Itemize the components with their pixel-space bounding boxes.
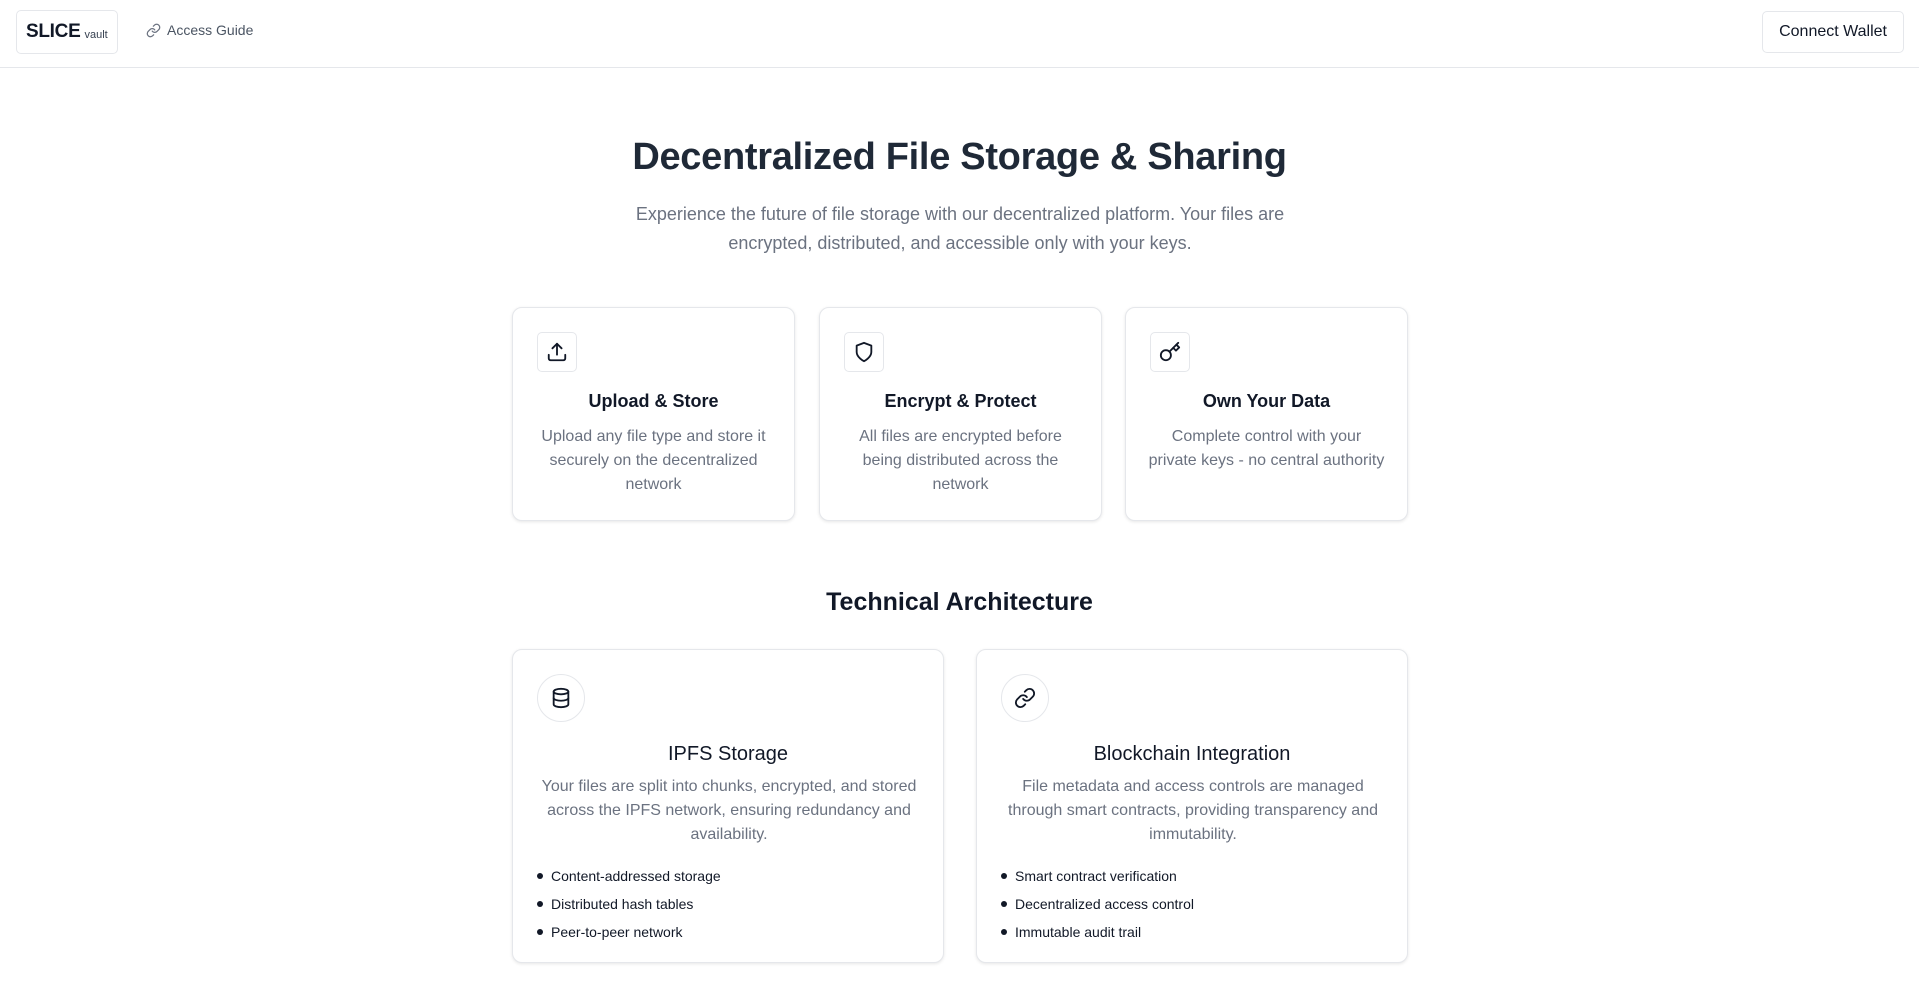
feature-card-upload: Upload & Store Upload any file type and … bbox=[512, 307, 795, 521]
logo-subtext: vault bbox=[84, 28, 108, 41]
feature-card-own-data: Own Your Data Complete control with your… bbox=[1125, 307, 1408, 521]
feature-title: Own Your Data bbox=[1202, 391, 1331, 411]
list-item: Distributed hash tables bbox=[537, 890, 721, 918]
tech-card-description: File metadata and access controls are ma… bbox=[1008, 778, 1378, 843]
tech-card-ipfs: IPFS Storage Your files are split into c… bbox=[512, 649, 944, 963]
list-item: Content-addressed storage bbox=[537, 862, 721, 890]
feature-card-encrypt: Encrypt & Protect All files are encrypte… bbox=[819, 307, 1102, 521]
list-item: Peer-to-peer network bbox=[537, 918, 721, 946]
tech-card-blockchain: Blockchain Integration File metadata and… bbox=[976, 649, 1408, 963]
database-icon bbox=[537, 674, 585, 722]
upload-icon bbox=[537, 332, 577, 372]
feature-title: Encrypt & Protect bbox=[884, 391, 1037, 411]
list-item: Smart contract verification bbox=[1001, 862, 1194, 890]
list-item: Decentralized access control bbox=[1001, 890, 1194, 918]
feature-title: Upload & Store bbox=[588, 391, 719, 411]
hero-description: Experience the future of file storage wi… bbox=[635, 204, 1285, 253]
logo-text: SLICE bbox=[26, 21, 81, 42]
feature-list: Content-addressed storage Distributed ha… bbox=[537, 862, 721, 946]
tech-card-title: IPFS Storage bbox=[667, 743, 789, 765]
feature-list: Smart contract verification Decentralize… bbox=[1001, 862, 1194, 946]
app-logo[interactable]: SLICE vault bbox=[16, 10, 118, 54]
list-item: Immutable audit trail bbox=[1001, 918, 1194, 946]
connect-wallet-button[interactable]: Connect Wallet bbox=[1762, 11, 1904, 53]
link-icon bbox=[1001, 674, 1049, 722]
access-guide-label: Access Guide bbox=[167, 22, 254, 38]
link-icon bbox=[146, 23, 161, 37]
feature-description: Complete control with your private keys … bbox=[1148, 428, 1385, 469]
tech-card-title: Blockchain Integration bbox=[1093, 743, 1291, 765]
feature-description: Upload any file type and store it secure… bbox=[541, 428, 766, 493]
key-icon bbox=[1150, 332, 1190, 372]
shield-icon bbox=[844, 332, 884, 372]
access-guide-link[interactable]: Access Guide bbox=[146, 22, 253, 38]
top-navbar: SLICE vault Access Guide Connect Wallet bbox=[0, 0, 1919, 68]
tech-card-description: Your files are split into chunks, encryp… bbox=[541, 778, 917, 843]
feature-description: All files are encrypted before being dis… bbox=[859, 428, 1062, 493]
section-title: Technical Architecture bbox=[826, 588, 1093, 616]
hero-title: Decentralized File Storage & Sharing bbox=[632, 136, 1287, 178]
